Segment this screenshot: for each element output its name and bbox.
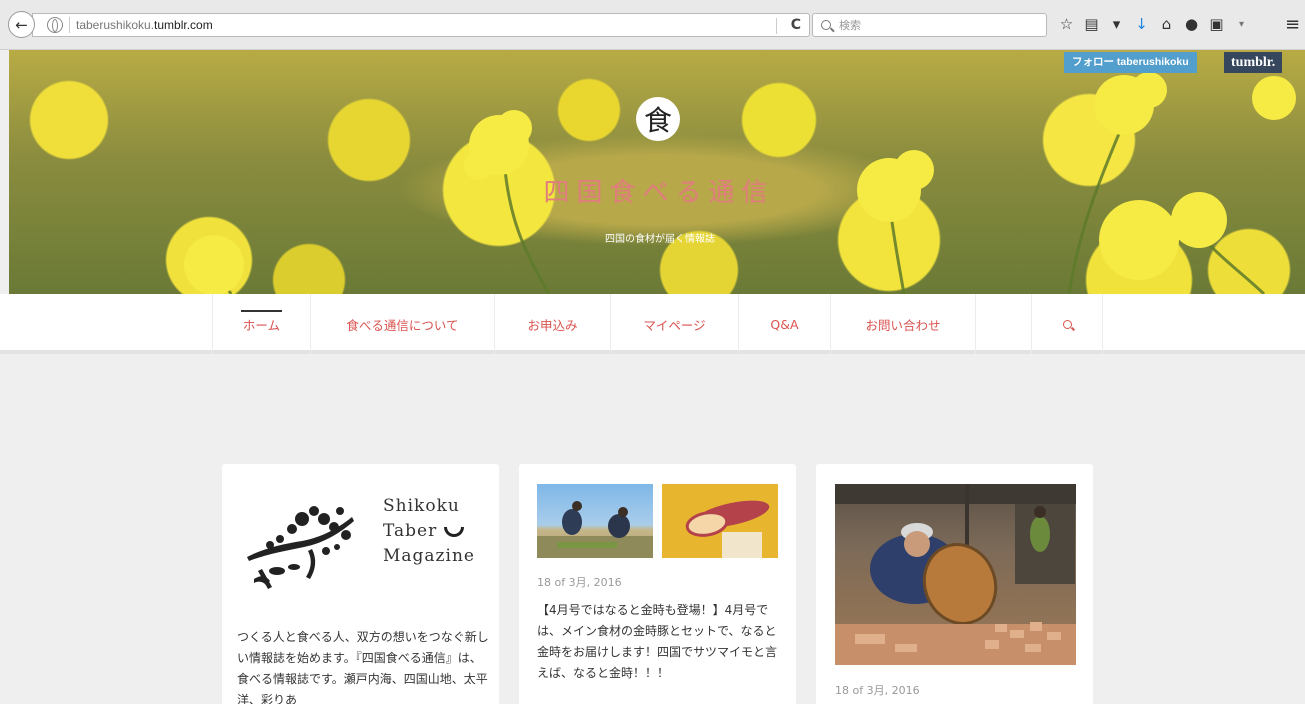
farmers-photo[interactable] xyxy=(537,484,653,558)
reload-icon[interactable]: C xyxy=(791,17,801,33)
back-button[interactable]: ← xyxy=(8,11,35,38)
nav-item-home[interactable]: ホーム xyxy=(212,294,310,354)
post-date: 18 of 3月, 2016 xyxy=(835,684,920,697)
star-icon[interactable]: ☆ xyxy=(1058,14,1075,34)
site-title[interactable]: 四国食べる通信 xyxy=(529,172,789,209)
reading-list-icon[interactable]: ▤ xyxy=(1083,14,1100,34)
home-icon[interactable]: ⌂ xyxy=(1158,14,1175,34)
back-arrow-icon: ← xyxy=(15,15,28,34)
nav-item-qa[interactable]: Q&A xyxy=(738,294,830,354)
post-card[interactable]: 18 of 3月, 2016 xyxy=(816,464,1093,704)
header-banner: 食 四国食べる通信 四国の食材が届く情報誌 フォロー taberushikoku… xyxy=(9,50,1305,294)
search-placeholder: 検索 xyxy=(839,19,861,32)
address-bar[interactable]: taberushikoku.tumblr.com C xyxy=(32,13,810,37)
barrel-maker-photo[interactable] xyxy=(835,484,1076,665)
url-text[interactable]: taberushikoku.tumblr.com xyxy=(76,18,213,32)
screenshot-icon[interactable]: ▣ xyxy=(1208,14,1225,34)
download-icon[interactable]: ↓ xyxy=(1133,14,1150,34)
magazine-name-line: Magazine xyxy=(383,546,475,566)
reload-divider xyxy=(776,18,777,34)
search-icon xyxy=(1062,319,1072,329)
url-divider xyxy=(69,17,70,33)
intro-text: つくる人と食べる人、双方の想いをつなぐ新しい情報誌を始めます。『四国食べる通信』… xyxy=(237,630,489,704)
sweet-potato-photo[interactable] xyxy=(662,484,778,558)
nav-item-apply[interactable]: お申込み xyxy=(494,294,610,354)
magazine-name-line-taber: Taber xyxy=(383,519,475,544)
search-icon xyxy=(821,20,831,30)
post-date: 18 of 3月, 2016 xyxy=(537,576,622,589)
site-logo[interactable]: 食 xyxy=(636,97,680,141)
magazine-name-line: Shikoku xyxy=(383,496,460,516)
post-card[interactable]: 18 of 3月, 2016 【4月号ではなると金時も登場！】4月号では、メイン… xyxy=(519,464,796,704)
chat-icon[interactable]: ● xyxy=(1183,14,1200,34)
follow-button[interactable]: フォロー taberushikoku xyxy=(1064,52,1197,73)
browser-toolbar-icons: ☆ ▤ ▾ ↓ ⌂ ● ▣ ▾ xyxy=(1058,14,1250,34)
nav-item-about[interactable]: 食べる通信について xyxy=(310,294,494,354)
menu-icon[interactable]: ≡ xyxy=(1285,14,1300,35)
dropdown-icon[interactable]: ▾ xyxy=(1233,14,1250,34)
nav-item-blank xyxy=(975,294,1031,354)
pocket-icon[interactable]: ▾ xyxy=(1108,14,1125,34)
magazine-intro-card[interactable]: Shikoku Taber Magazine つくる人と食べる人、双方の想いをつ… xyxy=(222,464,499,704)
nav-item-mypage[interactable]: マイページ xyxy=(610,294,738,354)
site-info-icon[interactable] xyxy=(47,17,63,33)
main-nav: ホーム 食べる通信について お申込み マイページ Q&A お問い合わせ xyxy=(0,294,1305,354)
nav-search-button[interactable] xyxy=(1031,294,1103,354)
post-excerpt[interactable]: 【4月号ではなると金時も登場！】4月号では、メイン食材の金時豚とセットで、なると… xyxy=(537,600,782,684)
browser-search-input[interactable]: 検索 xyxy=(812,13,1047,37)
site-tagline: 四国の食材が届く情報誌 xyxy=(605,234,715,245)
magazine-name: Shikoku Taber Magazine xyxy=(383,494,475,569)
nav-item-contact[interactable]: お問い合わせ xyxy=(830,294,975,354)
tumblr-logo[interactable]: tumblr. xyxy=(1224,52,1283,73)
browser-toolbar: taberushikoku.tumblr.com C ← 検索 ☆ ▤ ▾ ↓ … xyxy=(0,0,1305,50)
magazine-illustration-logo xyxy=(247,506,354,589)
smile-mark-icon xyxy=(443,526,464,537)
